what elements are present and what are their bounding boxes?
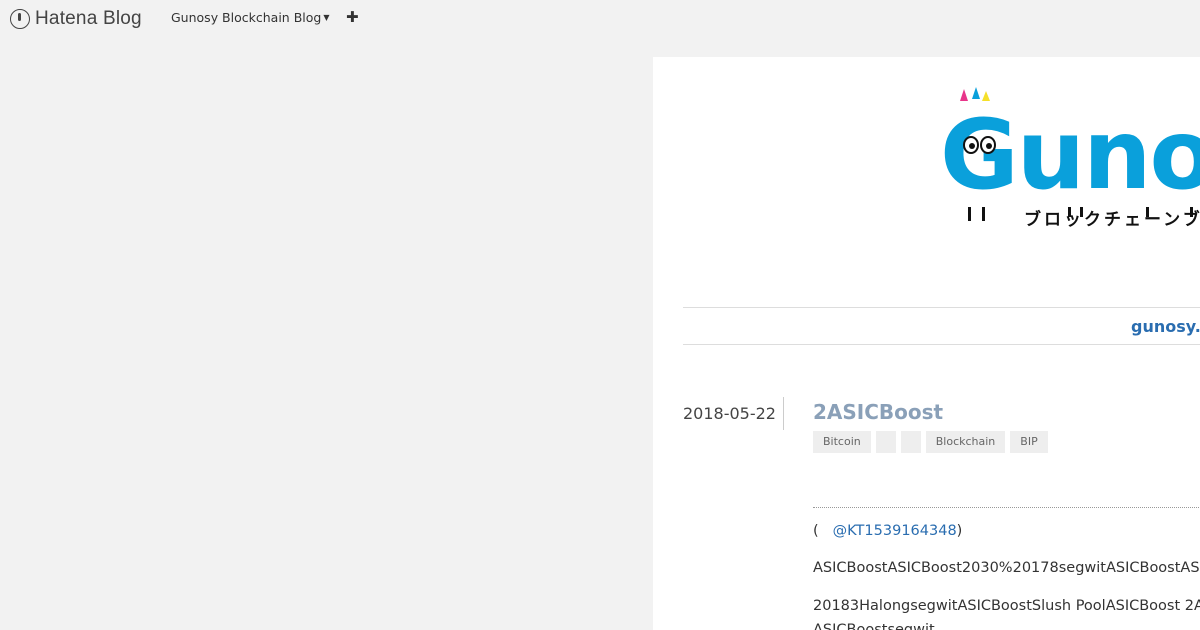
tag-2[interactable] <box>875 431 896 453</box>
entry-date[interactable]: 2018-05-22 <box>683 404 776 423</box>
tag-bip[interactable]: BIP <box>1010 431 1048 453</box>
author-handle-link[interactable]: @KT1539164348 <box>833 523 957 539</box>
caret-down-icon: ▼ <box>323 13 330 22</box>
blog-main-panel: Guno ブロックチェーンブ gunosy. 2018-05-22 2ASICB… <box>653 57 1200 630</box>
hatena-blog-logo[interactable]: Hatena Blog <box>10 7 142 31</box>
author-line: ( @KT1539164348) <box>813 523 962 539</box>
entry-paragraph-1: ASICBoostASICBoost2030%20178segwitASICBo… <box>813 560 1200 576</box>
tag-bitcoin[interactable]: Bitcoin <box>813 431 871 453</box>
tag-blockchain[interactable]: Blockchain <box>925 431 1006 453</box>
blog-header-logo[interactable]: Guno ブロックチェーンブ <box>940 87 1200 237</box>
top-bar: Hatena Blog Gunosy Blockchain Blog ▼ ✚ <box>0 0 1200 38</box>
entry-title-link[interactable]: 2ASICBoost <box>813 400 943 424</box>
author-prefix: ( <box>813 523 819 539</box>
blog-switcher-menu[interactable]: Gunosy Blockchain Blog ▼ <box>171 10 329 25</box>
logo-subtitle: ブロックチェーンブ <box>1024 210 1200 230</box>
add-plus-icon[interactable]: ✚ <box>346 8 359 26</box>
site-link[interactable]: gunosy. <box>1131 317 1200 336</box>
date-divider <box>783 397 784 430</box>
nav-bottom-rule <box>683 344 1200 345</box>
entry-tags: Bitcoin Blockchain BIP <box>813 431 1048 453</box>
entry-paragraph-3: ASICBoostsegwit <box>813 622 935 630</box>
tag-3[interactable] <box>900 431 921 453</box>
blog-name: Gunosy Blockchain Blog <box>171 10 322 25</box>
entry-paragraph-2: 20183HalongsegwitASICBoostSlush PoolASIC… <box>813 598 1200 614</box>
hatena-logo-icon <box>10 9 30 29</box>
logo-eyes-icon <box>963 136 996 154</box>
author-suffix: ) <box>956 523 963 539</box>
entry-separator <box>813 507 1200 508</box>
nav-top-rule <box>683 307 1200 308</box>
brand-name: Hatena Blog <box>35 8 142 29</box>
